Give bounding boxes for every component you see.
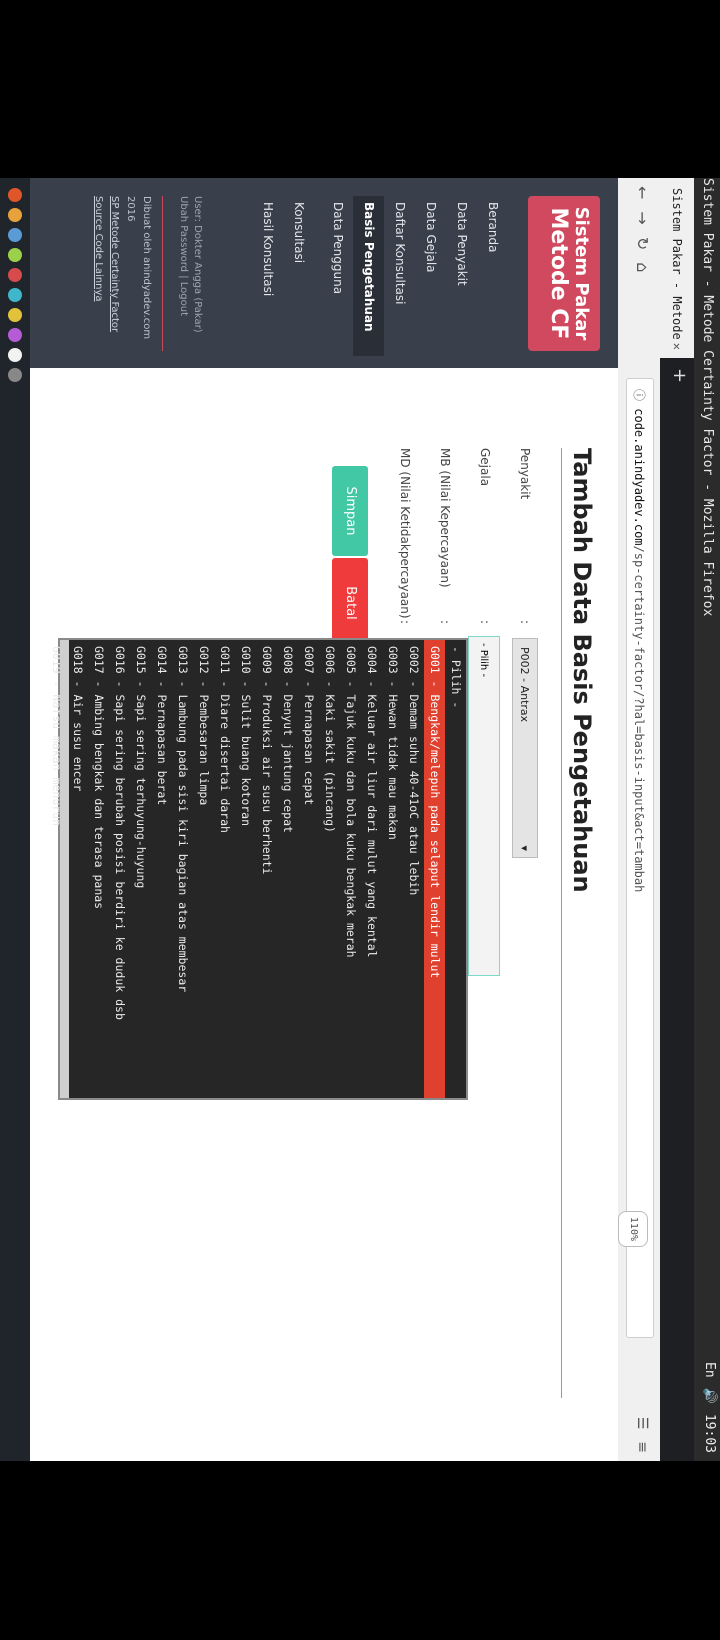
sidebar-item-konsultasi[interactable]: Konsultasi bbox=[283, 196, 314, 356]
colon-penyakit: : bbox=[518, 620, 532, 625]
user-info: User: Dokter Angga (Pakar) Ubah Password… bbox=[176, 196, 204, 333]
url-host: code.anindyadev.com bbox=[632, 408, 646, 546]
app-icon[interactable] bbox=[8, 368, 22, 382]
info-icon[interactable]: ⓘ bbox=[632, 389, 646, 401]
save-button[interactable]: Simpan bbox=[332, 466, 368, 556]
gejala-dropdown-list: - Pilih - G001 - Bengkak/melepuh pada se… bbox=[50, 638, 468, 1100]
browser-toolbar: ← → ↻ ⌂ ⓘ code.anindyadev.com/sp-certain… bbox=[617, 178, 660, 1461]
sidebar-item-data-penyakit[interactable]: Data Penyakit bbox=[446, 196, 477, 356]
app-icon[interactable] bbox=[8, 348, 22, 362]
dropdown-option[interactable]: G013 - Lambung pada sisi kiri bagian ata… bbox=[172, 640, 193, 1098]
penyakit-selected-value: P002 - Antrax bbox=[518, 647, 531, 723]
gejala-selected-value: - Pilih - bbox=[478, 643, 489, 678]
zoom-indicator[interactable]: 110% bbox=[618, 1210, 648, 1247]
app-icon[interactable] bbox=[8, 288, 22, 302]
dropdown-option[interactable]: G017 - Ambing bengkak dan terasa panas bbox=[88, 640, 109, 1098]
forward-icon[interactable]: → bbox=[633, 211, 652, 224]
label-gejala: Gejala bbox=[478, 448, 492, 487]
app-icon[interactable] bbox=[8, 308, 22, 322]
menu-icon[interactable]: ≡ bbox=[634, 1441, 650, 1453]
dropdown-option[interactable]: G015 - Sapi sering terhuyung-huyung bbox=[130, 640, 151, 1098]
horizontal-scrollbar[interactable] bbox=[60, 640, 69, 1098]
brand-line-1: Sistem Pakar bbox=[571, 206, 592, 341]
dropdown-option[interactable]: G008 - Denyut jantung cepat bbox=[277, 640, 298, 1098]
dropdown-option[interactable]: G004 - Keluar air liur dari mulut yang k… bbox=[361, 640, 382, 1098]
sidebar-item-beranda[interactable]: Beranda bbox=[477, 196, 508, 356]
app-icon[interactable] bbox=[8, 328, 22, 342]
dropdown-option[interactable]: G002 - Demam suhu 40-41oC atau lebih bbox=[403, 640, 424, 1098]
back-icon[interactable]: ← bbox=[633, 186, 652, 199]
colon-md: : bbox=[398, 620, 412, 625]
label-penyakit: Penyakit bbox=[518, 448, 532, 500]
brand-line-2: Metode CF bbox=[546, 207, 571, 340]
sidebar-item-hasil-konsultasi[interactable]: Hasil Konsultasi bbox=[252, 196, 283, 356]
cancel-button[interactable]: Batal bbox=[332, 558, 368, 648]
dropdown-option[interactable]: G003 - Hewan tidak mau makan bbox=[382, 640, 403, 1098]
dropdown-option[interactable]: G010 - Sulit buang kotoran bbox=[235, 640, 256, 1098]
taskbar-dock bbox=[0, 178, 30, 1461]
gejala-select[interactable]: - Pilih - bbox=[468, 636, 500, 976]
address-bar[interactable]: ⓘ code.anindyadev.com/sp-certainty-facto… bbox=[618, 378, 654, 1338]
app-icon[interactable] bbox=[8, 268, 22, 282]
dropdown-option[interactable]: G016 - Sapi sering berubah posisi berdir… bbox=[109, 640, 130, 1098]
sidebar-item-data-gejala[interactable]: Data Gejala bbox=[415, 196, 446, 356]
credit-link-sp[interactable]: SP Metode Certainty Factor bbox=[109, 196, 120, 332]
os-top-bar: Sistem Pakar - Metode Certainty Factor -… bbox=[694, 178, 720, 1461]
credit-year: 2016 bbox=[125, 196, 136, 222]
browser-tab[interactable]: Sistem Pakar - Metode ✕ bbox=[660, 178, 694, 358]
home-icon[interactable]: ⌂ bbox=[633, 262, 652, 272]
dropdown-option[interactable]: G018 - Air susu encer bbox=[67, 640, 88, 1098]
window-title: Sistem Pakar - Metode Certainty Factor -… bbox=[700, 178, 715, 617]
sidebar-item-data-pengguna[interactable]: Data Pengguna bbox=[322, 196, 353, 356]
page-title: Tambah Data Basis Pengetahuan bbox=[561, 448, 596, 1398]
chevron-down-icon: ▾ bbox=[518, 845, 531, 851]
sidebar-menu: Beranda Data Penyakit Data Gejala Daftar… bbox=[252, 196, 508, 356]
user-name: User: Dokter Angga (Pakar) bbox=[192, 196, 203, 333]
app-icon[interactable] bbox=[8, 228, 22, 242]
dropdown-option[interactable]: G005 - Tajuk kuku dan bola kuku bengkak … bbox=[340, 640, 361, 1098]
sidebar-item-daftar-konsultasi[interactable]: Daftar Konsultasi bbox=[384, 196, 415, 356]
dropdown-option[interactable]: G012 - Pembesaran limpa bbox=[193, 640, 214, 1098]
credits: Dibuat oleh anindyadev.com 2016 SP Metod… bbox=[90, 196, 163, 351]
dropdown-option[interactable]: G009 - Produksi air susu berhenti bbox=[256, 640, 277, 1098]
sidebar: Sistem Pakar Metode CF Beranda Data Peny… bbox=[30, 178, 618, 368]
app-icon[interactable] bbox=[8, 248, 22, 262]
label-mb: MB (Nilai Kepercayaan) bbox=[438, 448, 452, 588]
dropdown-option[interactable]: - Pilih - bbox=[445, 640, 466, 1098]
close-tab-icon[interactable]: ✕ bbox=[660, 343, 694, 350]
url-path: /sp-certainty-factor/?hal=basis-input&ac… bbox=[632, 545, 646, 893]
clock[interactable]: 19:03 bbox=[702, 1414, 717, 1453]
dropdown-option[interactable]: G007 - Pernapasan cepat bbox=[298, 640, 319, 1098]
sidebar-item-basis-pengetahuan[interactable]: Basis Pengetahuan bbox=[353, 196, 384, 356]
brand-logo[interactable]: Sistem Pakar Metode CF bbox=[528, 196, 600, 351]
volume-icon[interactable]: 🔊 bbox=[702, 1388, 717, 1404]
tab-title: Sistem Pakar - Metode bbox=[670, 188, 684, 340]
user-links[interactable]: Ubah Password | Logout bbox=[176, 196, 190, 333]
library-icon[interactable]: ☰ bbox=[634, 1417, 650, 1430]
dropdown-option[interactable]: G014 - Pernapasan berat bbox=[151, 640, 172, 1098]
main-content: Tambah Data Basis Pengetahuan Penyakit :… bbox=[30, 388, 618, 1428]
label-md: MD (Nilai Ketidakpercayaan) bbox=[398, 448, 412, 619]
dropdown-option[interactable]: G011 - Diare disertai darah bbox=[214, 640, 235, 1098]
credit-by[interactable]: Dibuat oleh anindyadev.com bbox=[138, 196, 154, 351]
tab-strip: Sistem Pakar - Metode ✕ + bbox=[660, 178, 694, 1461]
colon-gejala: : bbox=[478, 620, 492, 625]
new-tab-icon[interactable]: + bbox=[669, 368, 690, 383]
app-icon[interactable] bbox=[8, 188, 22, 202]
dropdown-option[interactable]: G006 - Kaki sakit (pincang) bbox=[319, 640, 340, 1098]
penyakit-select[interactable]: P002 - Antrax ▾ bbox=[512, 638, 538, 858]
keyboard-language[interactable]: En bbox=[702, 1362, 717, 1378]
system-tray: En 🔊 19:03 bbox=[702, 1362, 717, 1453]
page: Sistem Pakar Metode CF Beranda Data Peny… bbox=[30, 178, 618, 1461]
credit-link-source[interactable]: Source Code Lainnya bbox=[93, 196, 104, 302]
app-icon[interactable] bbox=[8, 208, 22, 222]
reload-icon[interactable]: ↻ bbox=[633, 237, 652, 250]
colon-mb: : bbox=[438, 620, 452, 625]
dropdown-option-highlighted[interactable]: G001 - Bengkak/melepuh pada selaput lend… bbox=[424, 640, 445, 1098]
